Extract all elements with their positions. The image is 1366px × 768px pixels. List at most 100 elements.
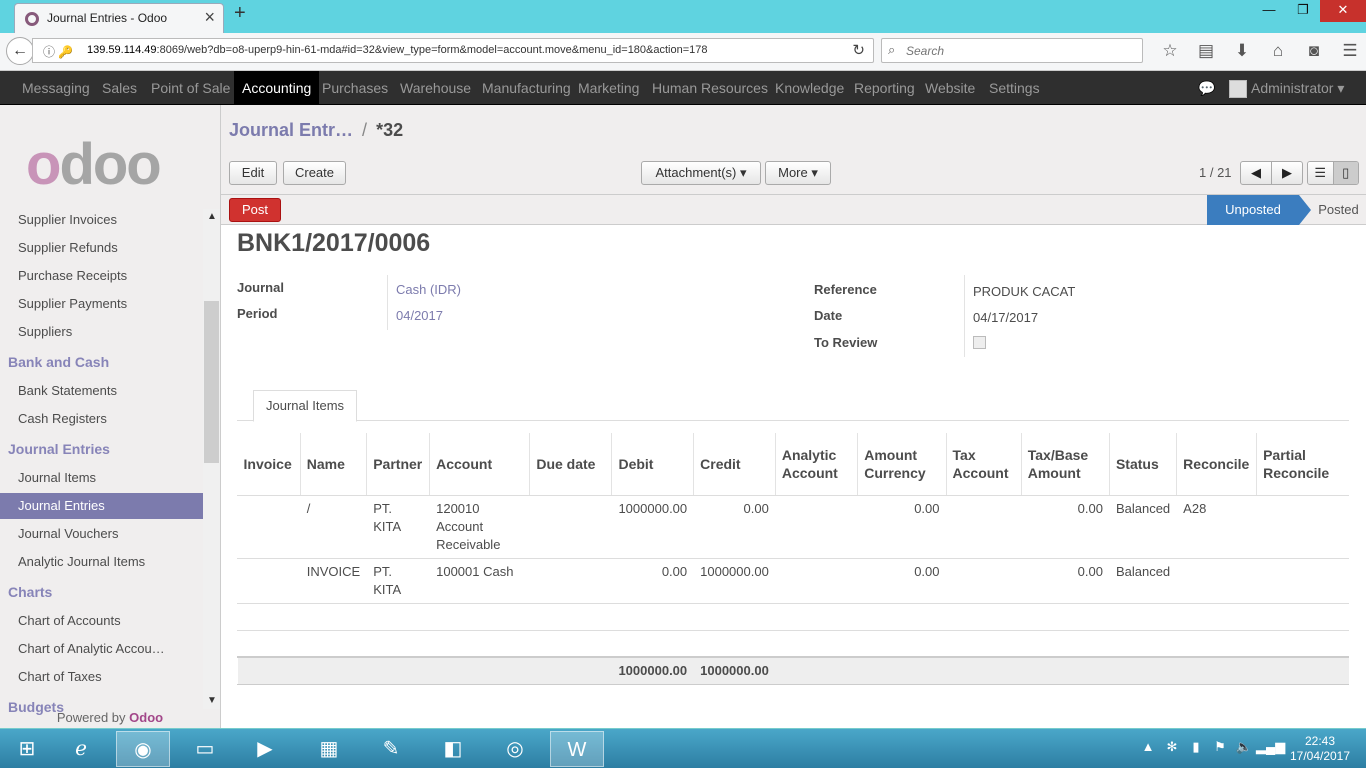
sidebar-item-chart-of-accounts[interactable]: Chart of Accounts	[0, 608, 203, 634]
scroll-down-icon[interactable]: ▼	[207, 695, 217, 706]
top-menu-point-of-sale[interactable]: Point of Sale	[143, 71, 238, 105]
word-icon[interactable]: W	[550, 731, 604, 767]
column-header[interactable]: Tax Account	[945, 433, 1022, 496]
flag-icon[interactable]: ⚑	[1208, 739, 1232, 755]
sidebar-scrollbar[interactable]: ▲ ▼	[203, 209, 220, 709]
sidebar-item-journal-entries[interactable]: Journal Entries	[0, 493, 203, 519]
volume-icon[interactable]: 🔈	[1232, 739, 1256, 755]
column-header[interactable]: Status	[1108, 433, 1177, 496]
windows-start-icon[interactable]: ⊞	[0, 731, 54, 767]
show-hidden-icons-icon[interactable]: ▲	[1136, 739, 1160, 755]
sidebar-item-chart-of-analytic-accou[interactable]: Chart of Analytic Accou…	[0, 636, 203, 662]
journal-value[interactable]: Cash (IDR)	[396, 282, 461, 297]
sidebar-item-bank-statements[interactable]: Bank Statements	[0, 378, 203, 404]
column-header[interactable]: Tax/Base Amount	[1020, 433, 1110, 496]
breadcrumb-journal-entries[interactable]: Journal Entr…	[229, 120, 353, 140]
top-menu-website[interactable]: Website	[917, 71, 983, 105]
avatar[interactable]	[1229, 80, 1247, 98]
attachments-button[interactable]: Attachment(s) ▾	[641, 161, 761, 185]
chat-icon[interactable]: 💬	[1198, 80, 1215, 97]
column-header[interactable]: Invoice	[237, 433, 301, 496]
empty-row[interactable]	[237, 603, 1349, 631]
column-header[interactable]: Due date	[529, 433, 612, 496]
bookmark-star-icon[interactable]: ☆	[1152, 41, 1188, 61]
top-menu-manufacturing[interactable]: Manufacturing	[474, 71, 579, 105]
scroll-up-icon[interactable]: ▲	[207, 211, 217, 222]
top-menu-purchases[interactable]: Purchases	[314, 71, 396, 105]
search-input[interactable]	[906, 42, 1136, 60]
chrome-icon[interactable]: ◎	[488, 731, 542, 767]
notepad-icon[interactable]: ✎	[364, 731, 418, 767]
network-adapter-icon[interactable]: ✻	[1160, 739, 1184, 755]
sidebar-item-purchase-receipts[interactable]: Purchase Receipts	[0, 263, 203, 289]
top-menu-messaging[interactable]: Messaging	[14, 71, 98, 105]
scrollbar-thumb[interactable]	[204, 301, 219, 463]
column-header[interactable]: Amount Currency	[857, 433, 947, 496]
media-player-icon[interactable]: ▶	[238, 731, 292, 767]
create-button[interactable]: Create	[283, 161, 346, 185]
column-header[interactable]: Account	[429, 433, 530, 496]
close-tab-icon[interactable]: ×	[204, 7, 215, 28]
sidebar-item-suppliers[interactable]: Suppliers	[0, 319, 203, 345]
sidebar-item-journal-items[interactable]: Journal Items	[0, 465, 203, 491]
list-view-icon[interactable]: ☰	[1308, 162, 1333, 184]
column-header[interactable]: Reconcile	[1176, 433, 1257, 496]
new-tab-icon[interactable]: +	[234, 2, 246, 25]
reading-list-icon[interactable]: ▤	[1188, 41, 1224, 61]
signal-icon[interactable]: ▂▄▆	[1256, 739, 1285, 755]
empty-row[interactable]	[237, 630, 1349, 658]
home-icon[interactable]: ⌂	[1260, 41, 1296, 61]
top-menu-reporting[interactable]: Reporting	[846, 71, 923, 105]
table-row[interactable]: / PT. KITA 120010 Account Receivable 100000…	[237, 495, 1349, 559]
sidebar-item-chart-of-taxes[interactable]: Chart of Taxes	[0, 664, 203, 690]
previous-record-icon[interactable]: ◀	[1241, 162, 1272, 184]
browser-search-box[interactable]: ⌕	[881, 38, 1143, 63]
edit-button[interactable]: Edit	[229, 161, 277, 185]
reload-icon[interactable]: ↻	[852, 41, 865, 59]
to-review-checkbox[interactable]	[973, 336, 986, 349]
column-header[interactable]: Credit	[693, 433, 776, 496]
column-header[interactable]: Debit	[611, 433, 694, 496]
restore-icon[interactable]: ❐	[1286, 0, 1320, 22]
sidebar-item-supplier-refunds[interactable]: Supplier Refunds	[0, 235, 203, 261]
download-icon[interactable]: ⬇	[1224, 41, 1260, 61]
minimize-icon[interactable]: —	[1252, 0, 1286, 22]
file-explorer-icon[interactable]: ▭	[178, 731, 232, 767]
column-header[interactable]: Partner	[366, 433, 430, 496]
user-menu[interactable]: Administrator ▾	[1251, 71, 1344, 105]
odoo-logo[interactable]: odoo	[26, 135, 162, 195]
close-window-icon[interactable]: ✕	[1320, 0, 1366, 22]
firefox-icon[interactable]: ◉	[116, 731, 170, 767]
form-view-icon[interactable]: ▯	[1332, 162, 1358, 184]
site-info-icon[interactable]: ⓘ 🔑	[43, 43, 73, 60]
table-row[interactable]: INVOICE PT. KITA 100001 Cash 0.00 1000000.00…	[237, 558, 1349, 604]
sidebar-item-supplier-invoices[interactable]: Supplier Invoices	[0, 207, 203, 233]
next-record-icon[interactable]: ▶	[1272, 162, 1302, 184]
top-menu-sales[interactable]: Sales	[94, 71, 145, 105]
sticky-notes-icon[interactable]: ◧	[426, 731, 480, 767]
battery-icon[interactable]: ▮	[1184, 739, 1208, 755]
url-bar[interactable]: ⓘ 🔑 139.59.114.49:8069/web?db=o8-uperp9-…	[32, 38, 874, 63]
clock[interactable]: 22:43 17/04/2017	[1282, 734, 1358, 764]
sidebar-section-journal-entries[interactable]: Journal Entries	[8, 441, 110, 457]
menu-icon[interactable]: ☰	[1332, 41, 1366, 61]
top-menu-human-resources[interactable]: Human Resources	[644, 71, 776, 105]
sidebar-item-journal-vouchers[interactable]: Journal Vouchers	[0, 521, 203, 547]
sidebar-item-supplier-payments[interactable]: Supplier Payments	[0, 291, 203, 317]
internet-explorer-icon[interactable]: ℯ	[54, 731, 108, 767]
sidebar-section-charts[interactable]: Charts	[8, 584, 52, 600]
top-menu-marketing[interactable]: Marketing	[570, 71, 647, 105]
post-button[interactable]: Post	[229, 198, 282, 222]
pocket-icon[interactable]: ◙	[1296, 41, 1332, 61]
browser-tab[interactable]: Journal Entries - Odoo ×	[14, 3, 224, 33]
sidebar-item-analytic-journal-items[interactable]: Analytic Journal Items	[0, 549, 203, 575]
column-header[interactable]: Partial Reconcile	[1256, 433, 1349, 496]
top-menu-settings[interactable]: Settings	[981, 71, 1048, 105]
media-player-classic-icon[interactable]: ▦	[302, 731, 356, 767]
column-header[interactable]: Analytic Account	[774, 433, 858, 496]
sidebar-item-cash-registers[interactable]: Cash Registers	[0, 406, 203, 432]
top-menu-knowledge[interactable]: Knowledge	[767, 71, 852, 105]
period-value[interactable]: 04/2017	[396, 308, 443, 323]
column-header[interactable]: Name	[299, 433, 367, 496]
powered-by-link[interactable]: Odoo	[129, 710, 163, 725]
